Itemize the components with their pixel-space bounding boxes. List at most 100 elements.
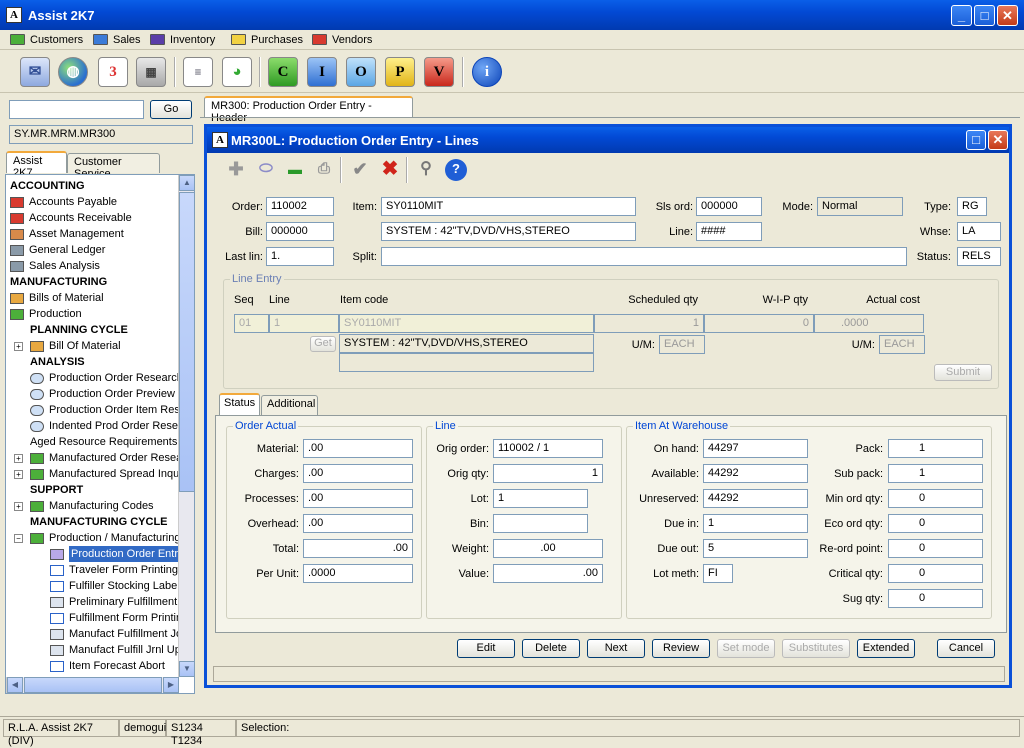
substitutes-button[interactable]: Substitutes (782, 639, 850, 658)
navigation-tree[interactable]: ACCOUNTING Accounts Payable Accounts Recei… (5, 174, 195, 694)
field-value[interactable]: 5 (703, 539, 808, 558)
field-value[interactable]: 44297 (703, 439, 808, 458)
scroll-down-icon[interactable]: ▼ (179, 661, 194, 677)
menu-purchases[interactable]: Purchases (231, 32, 303, 48)
search-icon[interactable]: ⚲ (415, 159, 437, 181)
tab-customer-service[interactable]: Customer Service (67, 153, 160, 180)
add-icon[interactable]: ✚ (225, 159, 247, 181)
globe-icon[interactable]: ◍ (58, 57, 88, 87)
menu-customers[interactable]: Customers (10, 32, 83, 48)
field-value[interactable]: 44292 (703, 464, 808, 483)
field-value[interactable]: .00 (493, 539, 603, 558)
tree-expander-icon[interactable]: + (14, 342, 23, 351)
scroll-up-icon[interactable]: ▲ (179, 175, 194, 191)
inner-close-button[interactable]: ✕ (988, 130, 1008, 150)
submit-button[interactable]: Submit (934, 364, 992, 381)
field-value[interactable]: 1 (703, 514, 808, 533)
delete-button[interactable]: Delete (522, 639, 580, 658)
field-value[interactable]: 1 (493, 464, 603, 483)
tab-assist-2k7[interactable]: Assist 2K7 (6, 151, 67, 179)
inventory-i-icon[interactable]: I (307, 57, 337, 87)
scroll-right-icon[interactable]: ▶ (163, 677, 179, 693)
field-value[interactable]: 1 (493, 489, 588, 508)
vendors-v-icon[interactable]: V (424, 57, 454, 87)
maximize-button[interactable]: □ (974, 5, 995, 26)
menu-inventory[interactable]: Inventory (150, 32, 215, 48)
field-value[interactable]: 0 (888, 589, 983, 608)
mail-icon[interactable]: ✉ (20, 57, 50, 87)
field-value[interactable]: 0 (888, 514, 983, 533)
field-value[interactable]: .00 (493, 564, 603, 583)
tab-additional[interactable]: Additional (261, 395, 318, 415)
field-value[interactable]: .00 (303, 514, 413, 533)
menu-sales[interactable]: Sales (93, 32, 141, 48)
app-title-bar[interactable]: A Assist 2K7 _ □ ✕ (0, 0, 1024, 30)
edit-button[interactable]: Edit (457, 639, 515, 658)
tree-expander-icon[interactable]: + (14, 454, 23, 463)
minimize-button[interactable]: _ (951, 5, 972, 26)
menu-vendors[interactable]: Vendors (312, 32, 372, 48)
field-value[interactable] (493, 514, 588, 533)
extended-button[interactable]: Extended (857, 639, 915, 658)
review-button[interactable]: Review (652, 639, 710, 658)
inner-maximize-button[interactable]: □ (966, 130, 986, 150)
bill-field[interactable]: 000000 (266, 222, 334, 241)
field-value[interactable]: 0 (888, 489, 983, 508)
field-value[interactable]: 110002 / 1 (493, 439, 603, 458)
field-value[interactable]: 0 (888, 539, 983, 558)
print-icon[interactable]: ⎙ (313, 159, 335, 181)
check-icon[interactable]: ✔ (349, 159, 371, 181)
field-value[interactable]: .00 (303, 489, 413, 508)
inner-title-bar[interactable]: A MR300L: Production Order Entry - Lines… (207, 127, 1009, 153)
info-icon[interactable]: i (472, 57, 502, 87)
calculator-icon[interactable]: ▦ (136, 57, 166, 87)
item-field[interactable]: SY0110MIT (381, 197, 636, 216)
field-value[interactable]: .0000 (303, 564, 413, 583)
get-button[interactable]: Get (310, 336, 336, 352)
scroll-thumb[interactable] (24, 677, 162, 693)
field-value[interactable]: 0 (888, 564, 983, 583)
eraser-icon[interactable]: ⬭ (255, 159, 277, 181)
delete-x-icon[interactable]: ✖ (379, 159, 401, 181)
cancel-button[interactable]: Cancel (937, 639, 995, 658)
scroll-left-icon[interactable]: ◀ (7, 677, 23, 693)
calendar-icon[interactable]: 3 (98, 57, 128, 87)
navigation-search-input[interactable] (9, 100, 144, 119)
chart-icon[interactable]: ◕ (222, 57, 252, 87)
status-field[interactable]: RELS (957, 247, 1001, 266)
scroll-thumb[interactable] (179, 192, 194, 492)
split-field[interactable] (381, 247, 907, 266)
line-field[interactable]: #### (696, 222, 762, 241)
field-value[interactable]: .00 (303, 464, 413, 483)
minus-icon[interactable]: ▬ (284, 159, 306, 181)
warehouse-field[interactable]: LA (957, 222, 1001, 241)
type-field[interactable]: RG (957, 197, 987, 216)
go-button[interactable]: Go (150, 100, 192, 119)
tree-expander-icon[interactable]: − (14, 534, 23, 543)
tree-vertical-scrollbar[interactable]: ▲ ▼ (178, 175, 194, 677)
field-value[interactable]: 1 (888, 464, 983, 483)
sales-order-field[interactable]: 000000 (696, 197, 762, 216)
purchases-p-icon[interactable]: P (385, 57, 415, 87)
tab-status[interactable]: Status (219, 393, 260, 415)
order-field[interactable]: 110002 (266, 197, 334, 216)
field-value[interactable]: .00 (303, 539, 413, 558)
field-value[interactable]: FI (703, 564, 733, 583)
close-button[interactable]: ✕ (997, 5, 1018, 26)
document-icon[interactable]: ≡ (183, 57, 213, 87)
help-icon[interactable]: ? (445, 159, 467, 181)
set-mode-button[interactable]: Set mode (717, 639, 775, 658)
item-description-field[interactable]: SYSTEM : 42"TV,DVD/VHS,STEREO (381, 222, 636, 241)
tree-expander-icon[interactable]: + (14, 470, 23, 479)
customers-c-icon[interactable]: C (268, 57, 298, 87)
tree-expander-icon[interactable]: + (14, 502, 23, 511)
tab-mr300-header[interactable]: MR300: Production Order Entry - Header (204, 96, 413, 124)
field-value[interactable]: 1 (888, 439, 983, 458)
orders-o-icon[interactable]: O (346, 57, 376, 87)
tree-horizontal-scrollbar[interactable]: ◀ ▶ (6, 677, 179, 693)
field-value[interactable]: 44292 (703, 489, 808, 508)
next-button[interactable]: Next (587, 639, 645, 658)
folder-icon (231, 34, 246, 45)
field-value[interactable]: .00 (303, 439, 413, 458)
last-line-field[interactable]: 1. (266, 247, 334, 266)
